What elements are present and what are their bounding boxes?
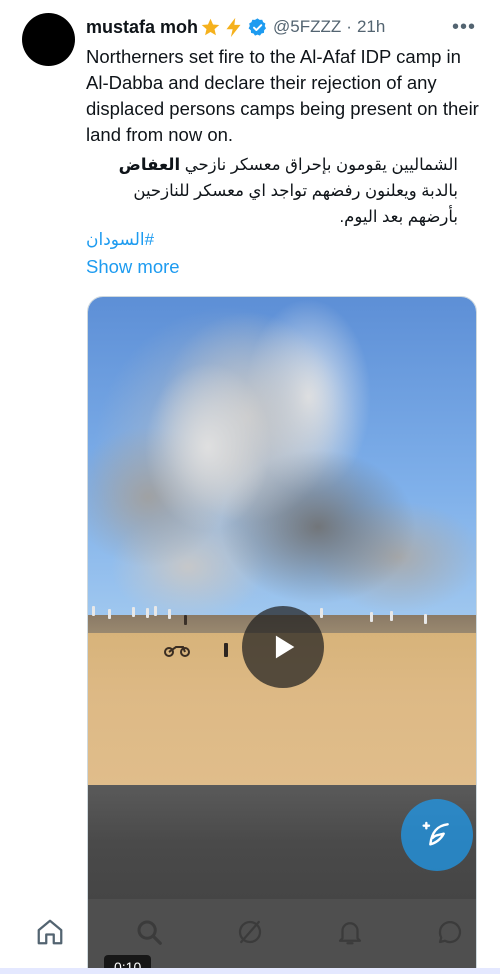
play-triangle-icon — [275, 635, 295, 659]
running-figure — [224, 643, 228, 657]
nav-backdrop — [477, 900, 500, 974]
nav-bottom-strip — [0, 968, 500, 974]
figure — [370, 612, 373, 622]
handle[interactable]: @5FZZZ — [273, 17, 341, 37]
figure — [320, 608, 323, 618]
figure — [92, 606, 95, 616]
search-icon — [137, 920, 162, 945]
tweet-text-ar-part: بالدبة ويعلنون رفضهم تواجد اي معسكر للنا… — [133, 182, 458, 226]
figure — [146, 608, 149, 618]
figure — [132, 607, 135, 617]
tweet-header: mustafa moh @5FZZZ · 21h ••• — [86, 14, 480, 40]
nav-home[interactable] — [32, 914, 68, 950]
star-icon — [201, 18, 220, 35]
tweet-text-en: Northerners set fire to the Al-Afaf IDP … — [86, 46, 479, 145]
nav-notifications[interactable] — [332, 914, 368, 950]
nav-grok[interactable] — [232, 914, 268, 950]
figure — [390, 611, 393, 621]
show-more-link[interactable]: Show more — [86, 256, 180, 278]
home-icon — [37, 919, 63, 945]
grok-icon — [238, 920, 262, 944]
figure — [184, 615, 187, 625]
nav-search[interactable] — [131, 914, 167, 950]
figure — [424, 614, 427, 624]
more-options-icon[interactable]: ••• — [452, 16, 476, 39]
timestamp[interactable]: 21h — [357, 17, 385, 37]
video-frame-smoke — [88, 297, 476, 632]
nav-messages[interactable] — [432, 914, 468, 950]
lightning-icon — [226, 17, 241, 37]
motorcycle — [164, 646, 190, 657]
figure — [168, 609, 171, 619]
separator: · — [346, 17, 352, 36]
messages-icon — [438, 920, 462, 944]
bottom-nav — [0, 900, 500, 974]
avatar[interactable] — [22, 13, 75, 66]
display-name[interactable]: mustafa moh — [86, 17, 198, 38]
figure — [154, 606, 157, 616]
notifications-icon — [338, 922, 362, 945]
verified-badge-icon — [248, 17, 267, 36]
tweet-text-ar-part: الشماليين يقومون بإحراق معسكر نازحي — [180, 156, 458, 174]
hashtag-link[interactable]: #السودان — [86, 230, 154, 250]
figure — [108, 609, 111, 619]
compose-button[interactable] — [401, 799, 473, 871]
tweet-text-ar-bold: العفاض — [118, 156, 181, 174]
tweet-text-ar: الشماليين يقومون بإحراق معسكر نازحي العف… — [86, 152, 458, 230]
compose-icon — [422, 821, 449, 846]
video-player[interactable]: 0:10 — [87, 296, 477, 974]
play-icon[interactable] — [242, 606, 324, 688]
